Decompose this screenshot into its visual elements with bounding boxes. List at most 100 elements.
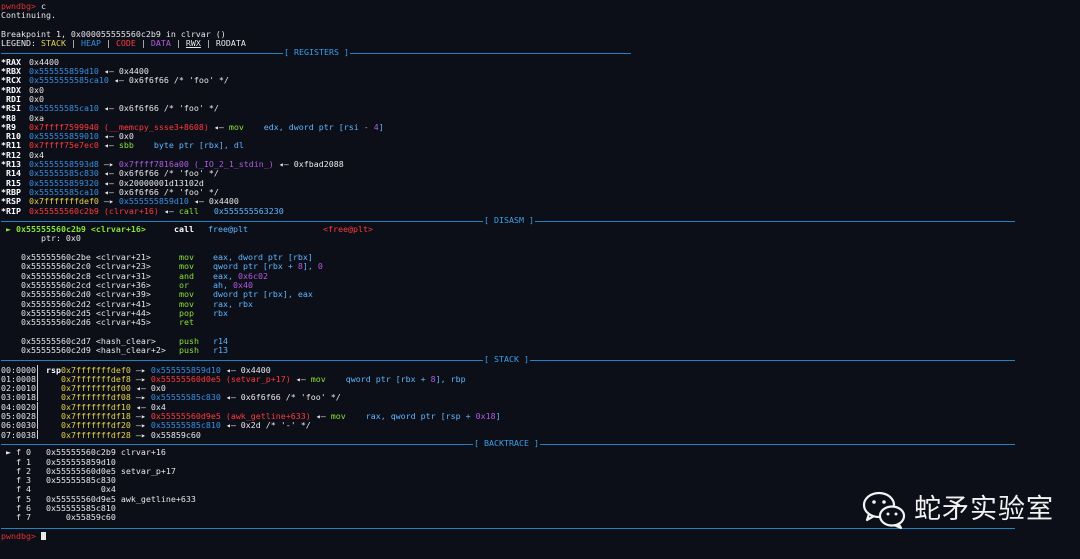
stack-row: 03:0018 0x7fffffffdf08 —▸ 0x55555585c830… <box>1 392 1080 403</box>
backtrace-separator: [ BACKTRACE ] <box>1 437 1015 449</box>
legend-label: LEGEND: <box>1 38 36 49</box>
disasm-line: 0x55555560c2c0 <clrvar+23> mov qword ptr [… <box>1 261 1080 272</box>
disasm-panel: ► 0x55555560c2b9 <clrvar+16> call free@plt… <box>1 224 1080 355</box>
disasm-line: 0x55555560c2d2 <clrvar+41> mov rax, rbx <box>1 299 1080 309</box>
legend-rodata: RODATA <box>215 38 246 49</box>
value-segment: ], <box>302 261 318 272</box>
value-segment: ◂— 0x6f6f66 /* 'foo' */ <box>108 75 229 86</box>
current-target: <free@plt> <box>323 224 373 235</box>
value-segment: ◂— <box>290 373 311 384</box>
register-row: *RSI 0x55555585ca10 ◂— 0x6f6f66 /* 'foo' … <box>1 103 1080 114</box>
disasm-current-line: ► 0x55555560c2b9 <clrvar+16> call free@plt… <box>1 224 1080 235</box>
disasm-line: 0x55555560c2cd <clrvar+36> or ah, 0x40 <box>1 280 1080 290</box>
terminal-cursor[interactable] <box>40 531 46 540</box>
legend-heap: HEAP <box>80 38 101 49</box>
backtrace-header: [ BACKTRACE ] <box>473 437 540 449</box>
disasm-line: 0x55555560c2d5 <clrvar+44> pop rbx <box>1 307 1080 318</box>
watermark: 蛇矛实验室 <box>862 490 1054 530</box>
backtrace-frame: f 3 0x55555585c830 <box>1 475 116 486</box>
stack-divider <box>36 411 38 421</box>
value-segment: r13 <box>212 344 228 355</box>
legend: LEGEND: STACK | HEAP | CODE | DATA | RWX… <box>1 38 246 49</box>
stack-divider <box>36 429 38 439</box>
stack-row: 01:0008 0x7fffffffdef8 —▸ 0x55555560d0e5… <box>1 373 1080 384</box>
value-segment: ], rbp <box>435 373 466 384</box>
register-name: *RIP <box>1 205 21 216</box>
wechat-icon <box>862 491 906 530</box>
input-line[interactable]: pwndbg> <box>1 530 1080 541</box>
value-segment: ◂— 0xfbad2088 <box>273 159 344 170</box>
disasm-line <box>1 327 1080 336</box>
stack-divider <box>36 373 38 383</box>
value-segment: (clrvar+16) <box>98 205 159 216</box>
value-segment: sbb <box>118 140 134 151</box>
prompt: pwndbg> <box>1 530 36 541</box>
value-segment: ◂— <box>158 205 179 216</box>
current-operand: free@plt <box>208 224 248 235</box>
value-segment: mov <box>310 373 326 384</box>
backtrace-frame: ► f 0 0x55555560c2b9 clrvar+16 <box>1 447 166 458</box>
stack-row: 07:0038 0x7fffffffdf28 —▸ 0x55859c60 <box>1 429 1080 439</box>
disasm-ptr-line: ptr: 0x0 <box>1 233 81 244</box>
stack-divider <box>36 364 38 374</box>
value-segment: ] <box>495 411 501 422</box>
disasm-address: 0x55555560c2d6 <clrvar+45> <box>20 317 151 328</box>
stack-divider <box>36 392 38 402</box>
legend-stack: STACK <box>40 38 66 49</box>
registers-panel: *RAX 0x4400 *RBX 0x555555859d10 ◂— 0x4400 *R… <box>1 57 1080 216</box>
value-segment: mov <box>228 121 244 132</box>
disasm-address: 0x55555560c2d9 <hash_clear+2> <box>20 344 166 355</box>
value-segment: rbx <box>212 307 228 318</box>
value-segment: ◂— 0x6f6f66 /* 'foo' */ <box>98 103 219 114</box>
value-segment: byte ptr [rbx], dl <box>133 140 244 151</box>
value-segment: ◂— 0x2d /* '-' */ <box>220 420 311 431</box>
value-segment: qword ptr [rbx + <box>325 373 431 384</box>
disasm-header: [ DISASM ] <box>483 214 535 226</box>
stack-divider <box>36 383 38 393</box>
value-segment: 0x555555563230 <box>198 205 284 216</box>
stack-row: 06:0030 0x7fffffffdf20 —▸ 0x55555585c810… <box>1 420 1080 431</box>
stack-panel: 00:0000 rsp 0x7fffffffdef0 —▸ 0x55555585… <box>1 364 1080 439</box>
value-segment: ] <box>378 121 384 132</box>
disasm-line: 0x55555560c2be <clrvar+21> mov eax, dword … <box>1 252 1080 262</box>
value-segment: ◂— <box>98 140 119 151</box>
stack-divider <box>36 401 38 411</box>
value-segment: rax, qword ptr [rsp + <box>345 411 476 422</box>
disasm-mnemonic: ret <box>178 317 194 328</box>
disasm-line: 0x55555560c2d9 <hash_clear+2> push r13 <box>1 344 1080 355</box>
disasm-line: 0x55555560c2c8 <clrvar+31> and eax, 0x6c02 <box>1 271 1080 281</box>
stack-row: 04:0020 0x7fffffffdf10 ◂— 0x4 <box>1 401 1080 411</box>
value-segment: 0x55555560c2b9 <box>29 205 99 216</box>
terminal[interactable]: pwndbg> c Continuing. Breakpoint 1, 0x00… <box>1 1 1080 541</box>
stack-header: [ STACK ] <box>483 354 530 365</box>
register-row: *RIP 0x55555560c2b9 (clrvar+16) ◂— call 0… <box>1 205 1080 216</box>
stack-row: 05:0028 0x7fffffffdf18 —▸ 0x55555560d9e5… <box>1 411 1080 422</box>
registers-separator: [ REGISTERS ] <box>1 48 631 58</box>
disasm-separator: [ DISASM ] <box>1 214 1015 226</box>
register-row: *RAX 0x4400 <box>1 57 1080 67</box>
stack-divider <box>36 420 38 430</box>
register-row: *R9 0x7ffff7599940 (__memcpy_ssse3+8608)… <box>1 121 1080 132</box>
register-row: *RDX 0x0 <box>1 85 1080 95</box>
value-segment: mov <box>330 411 346 422</box>
disasm-mnemonic: push <box>178 344 199 355</box>
value-segment: ◂— 0x6f6f66 /* 'foo' */ <box>220 392 341 403</box>
legend-data: DATA <box>150 38 171 49</box>
value-segment: call <box>178 205 199 216</box>
backtrace-frame: f 2 0x55555560d0e5 setvar_p+17 <box>1 465 176 476</box>
value-segment: ◂— <box>310 411 331 422</box>
stack-row: 00:0000 rsp 0x7fffffffdef0 —▸ 0x55555585… <box>1 364 1080 374</box>
value-segment: 0x18 <box>475 411 496 422</box>
register-row: *R11 0x7ffff75e7ec0 ◂— sbb byte ptr [rbx]… <box>1 140 1080 151</box>
legend-code: CODE <box>115 38 136 49</box>
disasm-line: 0x55555560c2d0 <clrvar+39> mov dword ptr [… <box>1 289 1080 299</box>
stack-separator: [ STACK ] <box>1 354 1015 365</box>
value-segment: edx, dword ptr [rsi - <box>243 121 374 132</box>
legend-rwx: RWX <box>185 38 201 49</box>
watermark-text: 蛇矛实验室 <box>914 494 1054 526</box>
value-segment: ◂— <box>208 121 229 132</box>
value-segment: 0 <box>317 261 323 272</box>
register-row: *RCX 0x5555555585ca10 ◂— 0x6f6f66 /* 'foo… <box>1 75 1080 86</box>
status-continuing: Continuing. <box>1 10 56 21</box>
disasm-line: 0x55555560c2d6 <clrvar+45> ret <box>1 317 1080 328</box>
